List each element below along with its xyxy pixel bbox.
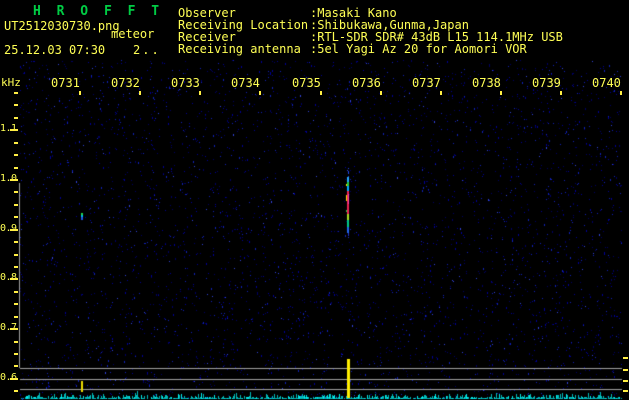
time-axis-label: 0738 <box>472 76 501 90</box>
time-axis-tick <box>500 91 502 95</box>
time-axis-label: 0736 <box>352 76 381 90</box>
field-value: :5el Yagi Az 20 for Aomori VOR <box>310 42 527 56</box>
level-scale-tick <box>623 357 628 359</box>
freq-axis-major-tick <box>10 129 18 131</box>
freq-axis-minor-tick <box>14 341 18 343</box>
app-title: H R O F F T <box>33 4 164 19</box>
freq-axis-minor-tick <box>14 117 18 119</box>
time-axis-label: 0732 <box>111 76 140 90</box>
time-axis-label: 0739 <box>532 76 561 90</box>
time-axis-tick <box>320 91 322 95</box>
freq-axis-minor-tick <box>14 204 18 206</box>
freq-axis-minor-tick <box>14 254 18 256</box>
time-axis-tick <box>259 91 261 95</box>
freq-axis-minor-tick <box>14 316 18 318</box>
frame-datetime: 25.12.03 07:30 <box>4 43 106 57</box>
freq-axis-minor-tick <box>14 154 18 156</box>
freq-axis-minor-tick <box>14 303 18 305</box>
freq-axis-major-tick <box>10 378 18 380</box>
time-axis-label: 0735 <box>292 76 321 90</box>
time-axis-label: 0734 <box>231 76 260 90</box>
freq-axis-major-tick <box>10 278 18 280</box>
freq-axis-minor-tick <box>14 390 18 392</box>
freq-axis-major-tick <box>10 328 18 330</box>
freq-axis-minor-tick <box>14 353 18 355</box>
hrofft-output-image: H R O F F T UT2512030730.png meteor 25.1… <box>0 0 629 400</box>
freq-axis-minor-tick <box>14 167 18 169</box>
time-axis-tick <box>380 91 382 95</box>
time-axis-tick <box>139 91 141 95</box>
level-scale-tick <box>623 390 628 392</box>
freq-unit-label: kHz <box>1 76 21 89</box>
filename: UT2512030730.png <box>4 19 120 33</box>
time-axis-label: 0733 <box>171 76 200 90</box>
freq-axis-minor-tick <box>14 291 18 293</box>
freq-axis-minor-tick <box>14 266 18 268</box>
freq-axis-minor-tick <box>14 142 18 144</box>
time-axis-label: 0731 <box>51 76 80 90</box>
frame-counter: 2.. <box>133 43 161 57</box>
freq-axis-minor-tick <box>14 92 18 94</box>
spectrogram-canvas <box>0 0 629 400</box>
freq-axis-minor-tick <box>14 191 18 193</box>
level-scale-tick <box>623 380 628 382</box>
time-axis-label: 0740 <box>592 76 621 90</box>
time-axis-tick <box>440 91 442 95</box>
time-axis-tick <box>560 91 562 95</box>
field-label: Receiving antenna <box>178 42 301 56</box>
time-axis-tick <box>199 91 201 95</box>
freq-axis-major-tick <box>10 179 18 181</box>
level-scale-tick <box>623 369 628 371</box>
time-axis-tick <box>620 91 622 95</box>
freq-axis-minor-tick <box>14 104 18 106</box>
time-axis-tick <box>79 91 81 95</box>
observation-name: meteor <box>111 27 155 41</box>
freq-axis-minor-tick <box>14 241 18 243</box>
freq-axis-major-tick <box>10 229 18 231</box>
time-axis-label: 0737 <box>412 76 441 90</box>
freq-axis-minor-tick <box>14 365 18 367</box>
freq-axis-minor-tick <box>14 216 18 218</box>
